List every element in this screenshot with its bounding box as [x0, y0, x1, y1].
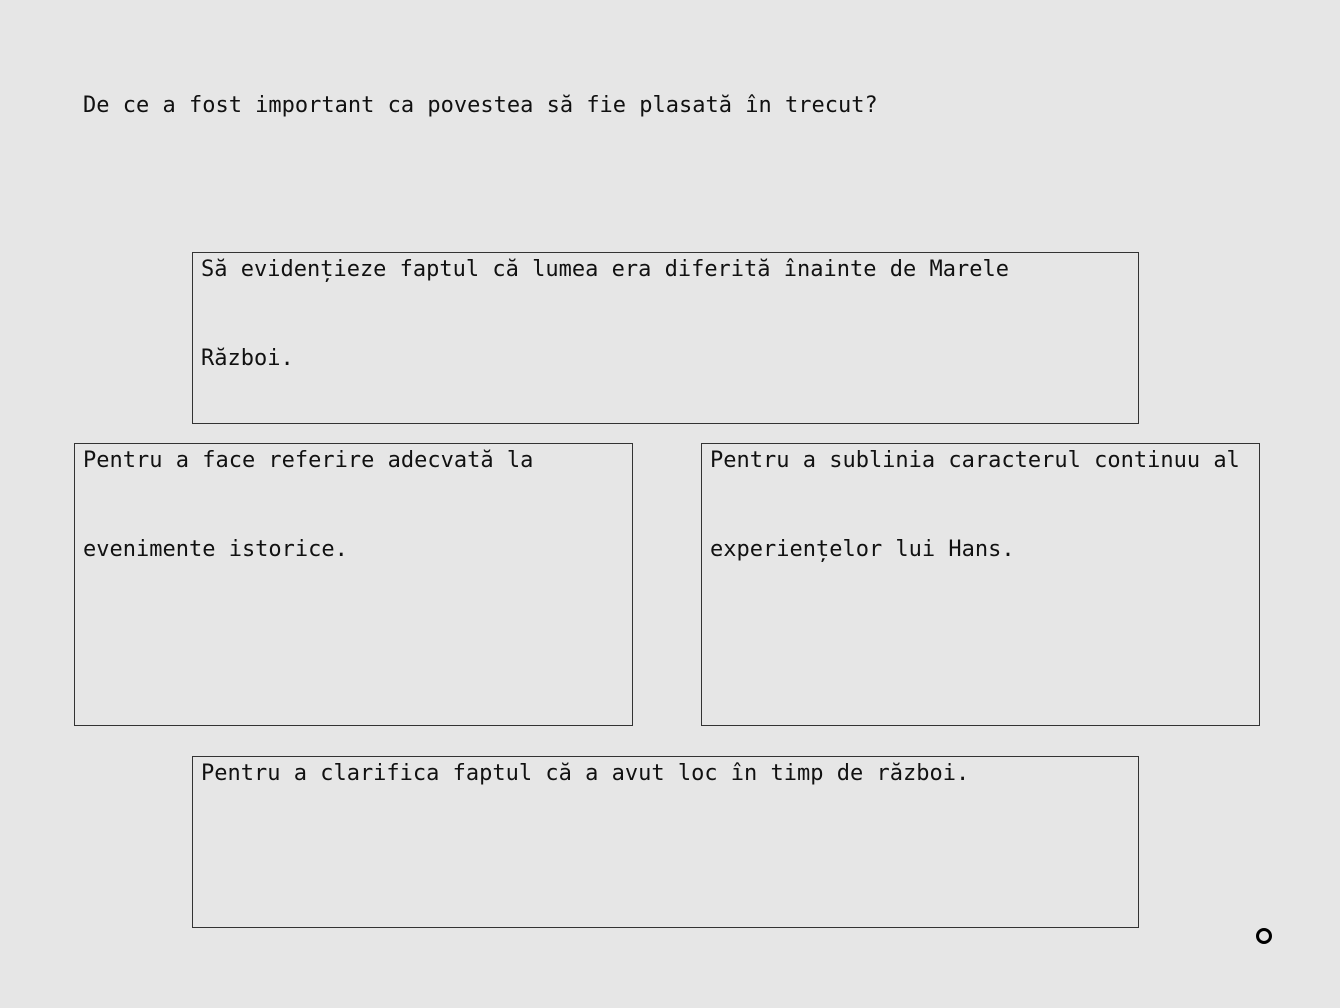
answer-option-3[interactable]: Pentru a sublinia caracterul continuu al…: [701, 443, 1260, 726]
question-text: De ce a fost important ca povestea să fi…: [83, 93, 878, 118]
answer-option-1-text: Să evidențieze faptul că lumea era difer…: [201, 257, 1009, 371]
answer-option-4-text: Pentru a clarifica faptul că a avut loc …: [201, 761, 970, 786]
ring-icon: [1256, 928, 1272, 944]
answer-option-2-text: Pentru a face referire adecvată la eveni…: [83, 448, 534, 562]
answer-option-2[interactable]: Pentru a face referire adecvată la eveni…: [74, 443, 633, 726]
answer-option-1[interactable]: Să evidențieze faptul că lumea era difer…: [192, 252, 1139, 424]
answer-option-4[interactable]: Pentru a clarifica faptul că a avut loc …: [192, 756, 1139, 928]
answer-option-3-text: Pentru a sublinia caracterul continuu al…: [710, 448, 1240, 562]
